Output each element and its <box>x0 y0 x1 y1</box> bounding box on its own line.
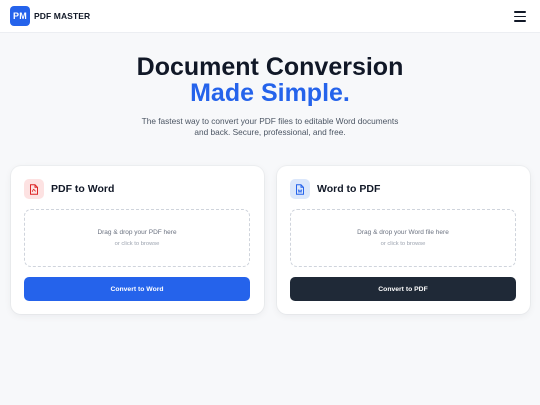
convert-to-word-button[interactable]: Convert to Word <box>24 277 250 301</box>
word-dropzone-text: Drag & drop your Word file here <box>357 229 449 236</box>
word-to-pdf-title: Word to PDF <box>317 183 381 195</box>
hero-title-line2: Made Simple. <box>190 79 350 107</box>
top-nav: PM PDF MASTER <box>0 0 540 33</box>
convert-to-pdf-button[interactable]: Convert to PDF <box>290 277 516 301</box>
pdf-to-word-title: PDF to Word <box>51 183 115 195</box>
brand-name[interactable]: PDF MASTER <box>34 11 90 21</box>
hero-title-line1: Document Conversion <box>136 53 404 81</box>
hamburger-menu-icon[interactable] <box>512 8 528 24</box>
logo-badge[interactable]: PM <box>10 6 30 26</box>
word-file-icon <box>290 179 310 199</box>
hero-subtitle-line2: and back. Secure, professional, and free… <box>194 127 346 137</box>
pdf-dropzone-browse-text: or click to browse <box>114 241 160 247</box>
pdf-dropzone-text: Drag & drop your PDF here <box>97 229 177 236</box>
pdf-file-icon <box>24 179 44 199</box>
pdf-dropzone[interactable]: Drag & drop your PDF here or click to br… <box>24 209 250 267</box>
word-dropzone-browse-text: or click to browse <box>380 241 426 247</box>
word-dropzone[interactable]: Drag & drop your Word file here or click… <box>290 209 516 267</box>
word-to-pdf-card: Word to PDF Drag & drop your Word file h… <box>277 166 530 314</box>
pdf-to-word-card: PDF to Word Drag & drop your PDF here or… <box>11 166 264 314</box>
